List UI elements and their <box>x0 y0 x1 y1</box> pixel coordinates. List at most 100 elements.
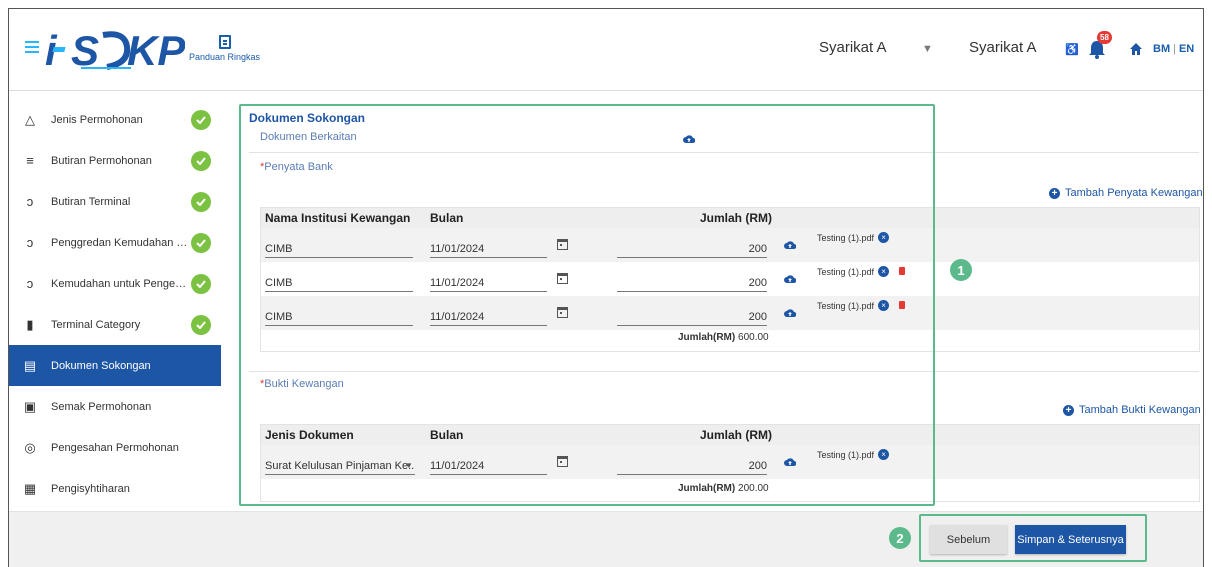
file-name: Testing (1).pdf <box>817 266 875 277</box>
month-field[interactable]: 11/01/2024 <box>430 457 547 475</box>
delete-row-icon[interactable] <box>899 267 905 275</box>
check-icon <box>191 191 211 212</box>
add-financial-proof-label: Tambah Bukti Kewangan <box>1079 404 1201 416</box>
table-row: Surat Kelulusan Pinjaman Ke... ▼ 11/01/2… <box>261 445 1199 479</box>
institution-field[interactable]: CIMB <box>265 308 413 326</box>
sidebar-item-label: Penggredan Kemudahan Pengendalian <box>51 236 191 249</box>
cloud-upload-icon[interactable] <box>784 457 796 467</box>
company-name: Syarikat A <box>969 39 1037 56</box>
sidebar-nav: △ Jenis Permohonan ≡ Butiran Permohonan … <box>9 99 221 511</box>
delete-row-icon[interactable] <box>899 301 905 309</box>
quick-guide-link[interactable]: Panduan Ringkas <box>189 35 260 62</box>
company-select[interactable]: Syarikat A <box>819 39 887 56</box>
top-header: i S KP Panduan Ringkas Syarikat A ▼ Syar… <box>9 9 1203 91</box>
sidebar-item-penggredan[interactable]: ↄ Penggredan Kemudahan Pengendalian <box>9 222 221 263</box>
cloud-upload-icon[interactable] <box>784 308 796 318</box>
amount-field[interactable]: 200 <box>617 240 767 258</box>
file-icon: ▮ <box>26 316 34 332</box>
institution-field[interactable]: CIMB <box>265 240 413 258</box>
remove-file-icon[interactable]: × <box>878 300 890 311</box>
bank-total: Jumlah(RM) 600.00 <box>678 332 769 343</box>
amount-field[interactable]: 200 <box>617 308 767 326</box>
filter-icon: ≡ <box>26 153 34 168</box>
table-row: CIMB 11/01/2024 200 Testing (1).pdf × <box>261 228 1199 262</box>
progress-add-icon: ↄ <box>26 235 34 250</box>
amount-field[interactable]: 200 <box>617 457 767 475</box>
svg-text:S: S <box>71 27 99 73</box>
cloud-upload-icon[interactable] <box>683 134 695 144</box>
sidebar-item-jenis-permohonan[interactable]: △ Jenis Permohonan <box>9 99 221 140</box>
financial-proof-label: *Bukti Kewangan <box>260 378 344 390</box>
sidebar-item-label: Jenis Permohonan <box>51 113 143 126</box>
file-name: Testing (1).pdf <box>817 300 875 311</box>
lang-bm-link[interactable]: BM <box>1153 43 1170 55</box>
quick-guide-label: Panduan Ringkas <box>189 52 261 62</box>
calendar-icon[interactable] <box>557 238 568 250</box>
iskp-logo: i S KP <box>45 27 185 73</box>
cloud-upload-icon[interactable] <box>784 274 796 284</box>
hamburger-menu-icon[interactable] <box>25 41 39 53</box>
check-icon <box>191 109 211 130</box>
app-window: i S KP Panduan Ringkas Syarikat A ▼ Syar… <box>8 8 1204 567</box>
sidebar-item-label: Pengisyhtiharan <box>51 482 130 495</box>
accessibility-icon[interactable]: ♿ <box>1065 43 1079 56</box>
institution-field[interactable]: CIMB <box>265 274 413 292</box>
amount-field[interactable]: 200 <box>617 274 767 292</box>
sidebar-item-label: Butiran Terminal <box>51 195 131 208</box>
notification-badge: 58 <box>1097 31 1112 44</box>
table-header: Nama Institusi Kewangan Bulan Jumlah (RM… <box>261 208 1199 228</box>
triangle-icon: △ <box>25 111 35 127</box>
cloud-upload-icon[interactable] <box>784 240 796 250</box>
document-list-icon <box>218 35 231 49</box>
sidebar-item-label: Kemudahan untuk Pengendalian <box>51 277 191 290</box>
divider <box>249 152 1199 153</box>
add-bank-statement-link[interactable]: + Tambah Penyata Kewangan <box>1049 187 1203 199</box>
remove-file-icon[interactable]: × <box>878 232 890 243</box>
doc-type-select[interactable]: Surat Kelulusan Pinjaman Ke... <box>265 457 415 475</box>
col-amount: Jumlah (RM) <box>700 428 772 442</box>
sidebar-item-kemudahan[interactable]: ↄ Kemudahan untuk Pengendalian <box>9 263 221 304</box>
calendar-icon[interactable] <box>557 272 568 284</box>
sidebar-item-butiran-permohonan[interactable]: ≡ Butiran Permohonan <box>9 140 221 181</box>
document-list-icon: ▤ <box>23 357 37 373</box>
annotation-marker-2: 2 <box>889 527 911 549</box>
col-institution: Nama Institusi Kewangan <box>265 211 411 225</box>
lang-separator: | <box>1173 43 1176 55</box>
sidebar-item-semak-permohonan[interactable]: ▣ Semak Permohonan <box>9 386 221 427</box>
previous-button[interactable]: Sebelum <box>930 525 1007 554</box>
chevron-down-icon[interactable]: ▼ <box>922 43 933 55</box>
col-month: Bulan <box>430 211 464 225</box>
progress-add-icon: ↄ <box>26 276 34 291</box>
col-amount: Jumlah (RM) <box>700 211 772 225</box>
sidebar-item-label: Terminal Category <box>51 318 141 331</box>
calendar-icon[interactable] <box>557 455 568 467</box>
section-title: Dokumen Sokongan <box>249 111 366 125</box>
lang-en-link[interactable]: EN <box>1179 43 1194 55</box>
svg-text:KP: KP <box>127 27 185 73</box>
remove-file-icon[interactable]: × <box>878 266 890 277</box>
sidebar-item-pengesahan[interactable]: ◎ Pengesahan Permohonan <box>9 427 221 468</box>
sidebar-item-dokumen-sokongan[interactable]: ▤ Dokumen Sokongan <box>9 345 221 386</box>
month-field[interactable]: 11/01/2024 <box>430 308 547 326</box>
sidebar-item-label: Semak Permohonan <box>51 400 152 413</box>
save-continue-button[interactable]: Simpan & Seterusnya <box>1015 525 1126 554</box>
chevron-down-icon[interactable]: ▼ <box>405 461 413 470</box>
month-field[interactable]: 11/01/2024 <box>430 274 547 292</box>
table-row: CIMB 11/01/2024 200 Testing (1).pdf × <box>261 296 1199 330</box>
attached-file: Testing (1).pdf × <box>817 449 890 460</box>
clipboard-icon: ▦ <box>23 480 37 496</box>
calendar-icon[interactable] <box>557 306 568 318</box>
sidebar-item-pengisyhtiharan[interactable]: ▦ Pengisyhtiharan <box>9 468 221 509</box>
col-doc-type: Jenis Dokumen <box>265 428 354 442</box>
financial-proof-table: Jenis Dokumen Bulan Jumlah (RM) Surat Ke… <box>260 424 1200 502</box>
plus-icon: + <box>1049 187 1060 199</box>
remove-file-icon[interactable]: × <box>878 449 890 460</box>
sidebar-item-butiran-terminal[interactable]: ↄ Butiran Terminal <box>9 181 221 222</box>
table-row: CIMB 11/01/2024 200 Testing (1).pdf × <box>261 262 1199 296</box>
home-icon[interactable] <box>1129 42 1143 56</box>
add-financial-proof-link[interactable]: + Tambah Bukti Kewangan <box>1063 404 1201 416</box>
month-field[interactable]: 11/01/2024 <box>430 240 547 258</box>
file-name: Testing (1).pdf <box>817 232 875 243</box>
proof-total: Jumlah(RM) 200.00 <box>678 483 769 494</box>
sidebar-item-terminal-category[interactable]: ▮ Terminal Category <box>9 304 221 345</box>
